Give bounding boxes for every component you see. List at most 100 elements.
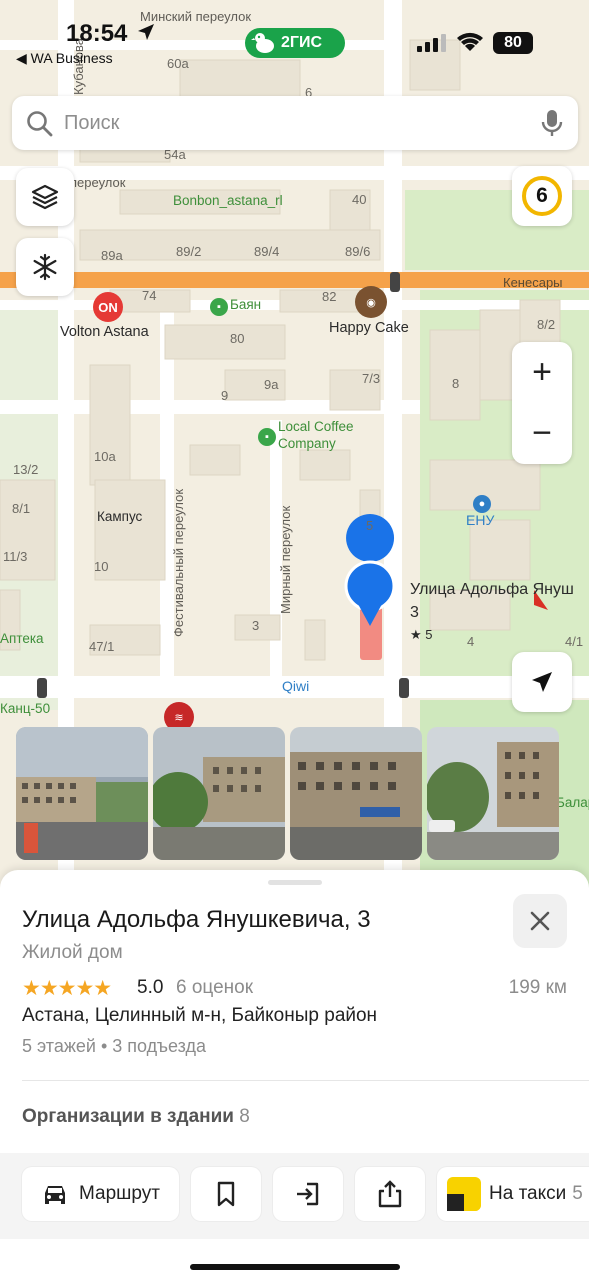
house-number: 4/1 xyxy=(565,634,584,649)
photo-building-side xyxy=(427,727,559,860)
house-number: 8 xyxy=(452,376,460,391)
entrance-icon xyxy=(297,1182,319,1206)
layers-button[interactable] xyxy=(16,168,74,226)
microphone-icon[interactable] xyxy=(540,108,564,138)
search-input[interactable] xyxy=(64,108,504,138)
selected-place-number: 3 xyxy=(410,604,419,621)
house-number: 89/6 xyxy=(345,244,371,259)
status-bar: 18:54 ◀ WA Business 2ГИС 80 xyxy=(0,0,589,92)
house-number: 80 xyxy=(230,331,245,346)
car-icon xyxy=(45,1186,65,1204)
shop-icon: ▪ xyxy=(210,298,228,316)
action-bar: Маршрут На такси 5 xyxy=(0,1153,589,1239)
route-label: Маршрут xyxy=(79,1183,160,1204)
house-number: 9 xyxy=(221,388,229,403)
locate-me-button[interactable] xyxy=(512,652,572,712)
taxi-button[interactable]: На такси 5 xyxy=(437,1167,589,1221)
poi-bayan[interactable]: Баян xyxy=(230,298,261,312)
street-label-festivalny: Фестивальный переулок xyxy=(171,488,186,637)
poi-local-coffee[interactable]: Local Coffee xyxy=(278,420,354,434)
street-label-mirny: Мирный переулок xyxy=(278,505,293,614)
zoom-out-button[interactable]: − xyxy=(512,403,572,464)
shop-icon: ▪ xyxy=(258,428,276,446)
volton-logo-icon[interactable]: ON xyxy=(93,292,123,322)
photo-thumbnail[interactable] xyxy=(290,727,422,860)
search-bar[interactable] xyxy=(12,96,578,150)
zoom-in-button[interactable]: + xyxy=(512,342,572,403)
organizations-count: 8 xyxy=(239,1106,250,1127)
poi-happy-cake[interactable]: Happy Cake xyxy=(329,321,409,336)
back-to-app-link[interactable]: ◀ WA Business xyxy=(16,50,113,67)
distance: 199 км xyxy=(508,977,567,998)
house-number: 82 xyxy=(322,289,337,304)
building-info: 5 этажей • 3 подъезда xyxy=(22,1036,206,1056)
house-number: 10а xyxy=(94,449,116,464)
university-icon: ● xyxy=(473,495,491,513)
rating-count[interactable]: 6 оценок xyxy=(176,977,253,999)
share-button[interactable] xyxy=(355,1167,425,1221)
taxi-logo-icon xyxy=(447,1177,481,1211)
photo-thumbnail[interactable] xyxy=(16,727,148,860)
house-number: 7/3 xyxy=(362,371,381,386)
organizations-in-building[interactable]: Организации в здании 8 xyxy=(22,1106,250,1128)
photo-strip[interactable] xyxy=(16,727,589,861)
taxi-label: На такси xyxy=(489,1183,567,1204)
street-label-kenesary: Кенесары xyxy=(503,275,563,290)
house-number: 47/1 xyxy=(89,639,115,654)
sheet-grabber[interactable] xyxy=(268,880,322,885)
duck-logo-icon xyxy=(251,33,274,53)
route-button[interactable]: Маршрут xyxy=(22,1167,179,1221)
selected-place-rating: ★ 5 xyxy=(410,627,433,642)
place-title: Улица Адольфа Янушкевича, 3 xyxy=(22,906,371,933)
brand-logo: 2ГИС xyxy=(245,28,345,58)
layers-icon xyxy=(31,184,59,210)
map-canvas[interactable]: Минский переулок Кубанова Кенесары Фести… xyxy=(0,0,589,900)
snowflake-icon xyxy=(33,253,57,281)
wifi-icon xyxy=(457,32,483,51)
divider xyxy=(22,1080,589,1081)
poi-kants[interactable]: Канц-50 xyxy=(0,702,50,716)
entrance-button[interactable] xyxy=(273,1167,343,1221)
close-button[interactable] xyxy=(513,894,567,948)
bookmark-icon xyxy=(217,1181,235,1207)
poi-bonbon[interactable]: Bonbon_astana_rl xyxy=(173,194,283,208)
snow-mode-button[interactable] xyxy=(16,238,74,296)
poi-apteka[interactable]: Аптека xyxy=(0,632,44,646)
house-number: 5 xyxy=(366,518,374,533)
home-indicator[interactable] xyxy=(190,1264,400,1270)
house-number: 13/2 xyxy=(13,462,39,477)
poi-enu[interactable]: ЕНУ xyxy=(466,513,494,527)
house-number: 40 xyxy=(352,192,367,207)
poi-qiwi[interactable]: Qiwi xyxy=(282,679,309,693)
house-number: 8/1 xyxy=(12,501,31,516)
share-icon xyxy=(378,1180,402,1208)
cake-icon[interactable]: ◉ xyxy=(355,286,387,318)
photo-building-street xyxy=(16,727,148,860)
house-number: 74 xyxy=(142,288,157,303)
poi-local-coffee-2[interactable]: Company xyxy=(278,437,336,451)
house-number: 3 xyxy=(252,618,260,633)
house-number: 89/2 xyxy=(176,244,202,259)
poi-volton[interactable]: Volton Astana xyxy=(60,325,149,340)
selected-place-label[interactable]: Улица Адольфа Януш xyxy=(410,582,574,598)
signal-icon xyxy=(417,34,446,52)
photo-thumbnail[interactable] xyxy=(153,727,285,860)
house-number: 8/2 xyxy=(537,317,556,332)
status-time: 18:54 xyxy=(66,20,128,47)
bookmark-button[interactable] xyxy=(191,1167,261,1221)
photo-building-trees xyxy=(153,727,285,860)
traffic-score: 6 xyxy=(522,176,562,216)
house-number: 11/3 xyxy=(3,549,28,564)
location-arrow-icon xyxy=(138,24,154,40)
rating-value: 5.0 xyxy=(137,977,164,998)
rating-row[interactable]: ★★★★★ 5.0 6 оценок 199 км xyxy=(22,974,567,1000)
house-number: 9а xyxy=(264,377,279,392)
address: Астана, Целинный м-н, Байконыр район xyxy=(22,1005,378,1026)
traffic-score-button[interactable]: 6 xyxy=(512,166,572,226)
photo-building-facade xyxy=(290,727,422,860)
poi-kampus[interactable]: Кампус xyxy=(97,510,142,524)
photo-thumbnail[interactable] xyxy=(427,727,559,860)
rating-stars: ★★★★★ xyxy=(22,977,112,1000)
battery-indicator: 80 xyxy=(493,32,533,54)
brand-name: 2ГИС xyxy=(281,34,323,51)
